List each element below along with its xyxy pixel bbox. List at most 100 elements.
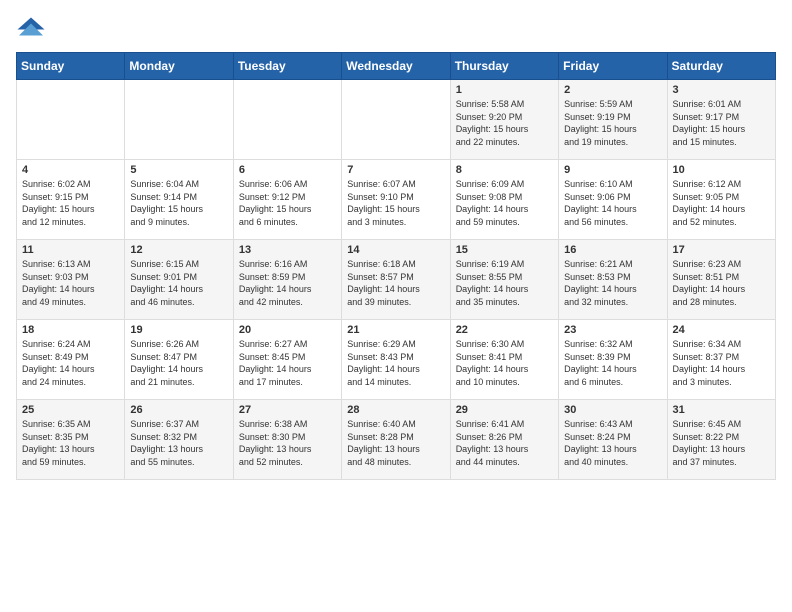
day-info: Sunrise: 6:21 AM Sunset: 8:53 PM Dayligh…	[564, 258, 661, 308]
calendar-cell: 16Sunrise: 6:21 AM Sunset: 8:53 PM Dayli…	[559, 240, 667, 320]
day-info: Sunrise: 6:34 AM Sunset: 8:37 PM Dayligh…	[673, 338, 770, 388]
calendar-cell: 29Sunrise: 6:41 AM Sunset: 8:26 PM Dayli…	[450, 400, 558, 480]
day-info: Sunrise: 6:18 AM Sunset: 8:57 PM Dayligh…	[347, 258, 444, 308]
calendar-cell: 14Sunrise: 6:18 AM Sunset: 8:57 PM Dayli…	[342, 240, 450, 320]
calendar-cell: 25 Sunrise: 6:35 AM Sunset: 8:35 PM Dayli…	[17, 400, 125, 480]
day-info: Sunrise: 6:09 AM Sunset: 9:08 PM Dayligh…	[456, 178, 553, 228]
day-number: 2	[564, 84, 661, 96]
calendar-cell: 20 Sunrise: 6:27 AM Sunset: 8:45 PM Dayli…	[233, 320, 341, 400]
calendar-week-row: 1Sunrise: 5:58 AM Sunset: 9:20 PM Daylig…	[17, 80, 776, 160]
calendar-cell: 24 Sunrise: 6:34 AM Sunset: 8:37 PM Dayli…	[667, 320, 775, 400]
day-number: 8	[456, 164, 553, 176]
calendar-week-row: 18 Sunrise: 6:24 AM Sunset: 8:49 PM Dayli…	[17, 320, 776, 400]
day-info: Sunrise: 6:12 AM Sunset: 9:05 PM Dayligh…	[673, 178, 770, 228]
calendar-cell: 10 Sunrise: 6:12 AM Sunset: 9:05 PM Dayli…	[667, 160, 775, 240]
day-info: Sunrise: 6:16 AM Sunset: 8:59 PM Dayligh…	[239, 258, 336, 308]
logo	[16, 16, 50, 40]
day-number: 30	[564, 404, 661, 416]
day-number: 9	[564, 164, 661, 176]
calendar-cell: 21 Sunrise: 6:29 AM Sunset: 8:43 PM Dayli…	[342, 320, 450, 400]
day-number: 22	[456, 324, 553, 336]
day-info: Sunrise: 6:23 AM Sunset: 8:51 PM Dayligh…	[673, 258, 770, 308]
calendar-cell: 8 Sunrise: 6:09 AM Sunset: 9:08 PM Daylig…	[450, 160, 558, 240]
day-number: 15	[456, 244, 553, 256]
day-number: 24	[673, 324, 770, 336]
weekday-header-saturday: Saturday	[667, 53, 775, 80]
day-number: 29	[456, 404, 553, 416]
calendar-week-row: 11Sunrise: 6:13 AM Sunset: 9:03 PM Dayli…	[17, 240, 776, 320]
day-info: Sunrise: 6:43 AM Sunset: 8:24 PM Dayligh…	[564, 418, 661, 468]
day-number: 7	[347, 164, 444, 176]
day-number: 13	[239, 244, 336, 256]
day-number: 4	[22, 164, 119, 176]
calendar-cell	[17, 80, 125, 160]
day-number: 10	[673, 164, 770, 176]
calendar-cell	[125, 80, 233, 160]
day-info: Sunrise: 6:37 AM Sunset: 8:32 PM Dayligh…	[130, 418, 227, 468]
calendar-cell: 13 Sunrise: 6:16 AM Sunset: 8:59 PM Dayli…	[233, 240, 341, 320]
calendar-cell: 31 Sunrise: 6:45 AM Sunset: 8:22 PM Dayli…	[667, 400, 775, 480]
day-info: Sunrise: 6:04 AM Sunset: 9:14 PM Dayligh…	[130, 178, 227, 228]
calendar-cell: 17 Sunrise: 6:23 AM Sunset: 8:51 PM Dayli…	[667, 240, 775, 320]
calendar-cell: 19Sunrise: 6:26 AM Sunset: 8:47 PM Dayli…	[125, 320, 233, 400]
day-number: 1	[456, 84, 553, 96]
day-info: Sunrise: 6:13 AM Sunset: 9:03 PM Dayligh…	[22, 258, 119, 308]
day-info: Sunrise: 6:32 AM Sunset: 8:39 PM Dayligh…	[564, 338, 661, 388]
day-info: Sunrise: 6:27 AM Sunset: 8:45 PM Dayligh…	[239, 338, 336, 388]
weekday-header-friday: Friday	[559, 53, 667, 80]
day-number: 3	[673, 84, 770, 96]
calendar-cell: 22 Sunrise: 6:30 AM Sunset: 8:41 PM Dayli…	[450, 320, 558, 400]
calendar-cell: 30 Sunrise: 6:43 AM Sunset: 8:24 PM Dayli…	[559, 400, 667, 480]
day-info: Sunrise: 6:45 AM Sunset: 8:22 PM Dayligh…	[673, 418, 770, 468]
day-number: 23	[564, 324, 661, 336]
day-info: Sunrise: 6:30 AM Sunset: 8:41 PM Dayligh…	[456, 338, 553, 388]
day-info: Sunrise: 6:29 AM Sunset: 8:43 PM Dayligh…	[347, 338, 444, 388]
logo-icon	[16, 16, 46, 40]
day-info: Sunrise: 6:35 AM Sunset: 8:35 PM Dayligh…	[22, 418, 119, 468]
day-info: Sunrise: 6:38 AM Sunset: 8:30 PM Dayligh…	[239, 418, 336, 468]
day-info: Sunrise: 6:40 AM Sunset: 8:28 PM Dayligh…	[347, 418, 444, 468]
day-number: 12	[130, 244, 227, 256]
calendar-cell: 4 Sunrise: 6:02 AM Sunset: 9:15 PM Daylig…	[17, 160, 125, 240]
day-info: Sunrise: 6:07 AM Sunset: 9:10 PM Dayligh…	[347, 178, 444, 228]
calendar-cell: 26 Sunrise: 6:37 AM Sunset: 8:32 PM Dayli…	[125, 400, 233, 480]
day-number: 18	[22, 324, 119, 336]
calendar-cell: 3 Sunrise: 6:01 AM Sunset: 9:17 PM Daylig…	[667, 80, 775, 160]
day-number: 20	[239, 324, 336, 336]
weekday-header-monday: Monday	[125, 53, 233, 80]
calendar-cell: 6Sunrise: 6:06 AM Sunset: 9:12 PM Daylig…	[233, 160, 341, 240]
calendar-cell: 27 Sunrise: 6:38 AM Sunset: 8:30 PM Dayli…	[233, 400, 341, 480]
day-number: 25	[22, 404, 119, 416]
calendar-cell: 7 Sunrise: 6:07 AM Sunset: 9:10 PM Daylig…	[342, 160, 450, 240]
day-info: Sunrise: 6:24 AM Sunset: 8:49 PM Dayligh…	[22, 338, 119, 388]
day-info: Sunrise: 6:01 AM Sunset: 9:17 PM Dayligh…	[673, 98, 770, 148]
day-info: Sunrise: 6:19 AM Sunset: 8:55 PM Dayligh…	[456, 258, 553, 308]
weekday-header-tuesday: Tuesday	[233, 53, 341, 80]
day-info: Sunrise: 6:10 AM Sunset: 9:06 PM Dayligh…	[564, 178, 661, 228]
calendar-table: SundayMondayTuesdayWednesdayThursdayFrid…	[16, 52, 776, 480]
page-header	[16, 16, 776, 40]
calendar-cell	[233, 80, 341, 160]
weekday-header-wednesday: Wednesday	[342, 53, 450, 80]
calendar-cell: 12Sunrise: 6:15 AM Sunset: 9:01 PM Dayli…	[125, 240, 233, 320]
calendar-cell: 18 Sunrise: 6:24 AM Sunset: 8:49 PM Dayli…	[17, 320, 125, 400]
day-number: 5	[130, 164, 227, 176]
calendar-cell: 23 Sunrise: 6:32 AM Sunset: 8:39 PM Dayli…	[559, 320, 667, 400]
day-number: 31	[673, 404, 770, 416]
calendar-cell: 28 Sunrise: 6:40 AM Sunset: 8:28 PM Dayli…	[342, 400, 450, 480]
weekday-header-thursday: Thursday	[450, 53, 558, 80]
day-number: 27	[239, 404, 336, 416]
day-number: 17	[673, 244, 770, 256]
day-number: 21	[347, 324, 444, 336]
day-number: 28	[347, 404, 444, 416]
calendar-cell: 1Sunrise: 5:58 AM Sunset: 9:20 PM Daylig…	[450, 80, 558, 160]
calendar-week-row: 25 Sunrise: 6:35 AM Sunset: 8:35 PM Dayli…	[17, 400, 776, 480]
calendar-cell	[342, 80, 450, 160]
calendar-cell: 2Sunrise: 5:59 AM Sunset: 9:19 PM Daylig…	[559, 80, 667, 160]
day-number: 26	[130, 404, 227, 416]
day-info: Sunrise: 6:06 AM Sunset: 9:12 PM Dayligh…	[239, 178, 336, 228]
day-info: Sunrise: 6:02 AM Sunset: 9:15 PM Dayligh…	[22, 178, 119, 228]
day-info: Sunrise: 6:26 AM Sunset: 8:47 PM Dayligh…	[130, 338, 227, 388]
calendar-week-row: 4 Sunrise: 6:02 AM Sunset: 9:15 PM Daylig…	[17, 160, 776, 240]
calendar-cell: 11Sunrise: 6:13 AM Sunset: 9:03 PM Dayli…	[17, 240, 125, 320]
